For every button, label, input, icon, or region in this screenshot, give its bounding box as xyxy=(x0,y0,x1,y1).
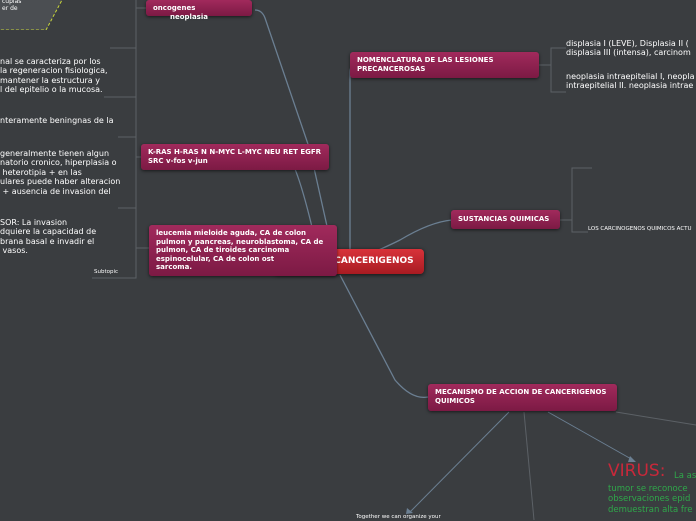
text-displasia: displasia I (LEVE), Displasia II ( displ… xyxy=(566,39,691,58)
topic-nomenclatura[interactable]: NOMENCLATURA DE LAS LESIONES PRECANCEROS… xyxy=(350,52,539,78)
virus-title: VIRUS: xyxy=(608,461,666,481)
topic-oncogenes-label: oncogenes xyxy=(153,4,196,12)
topic-neoplasia-label: neoplasia xyxy=(170,12,208,21)
text-invasion: SOR: La invasion dquiere la capacidad de… xyxy=(0,218,97,256)
subtopic-label[interactable]: Subtopic xyxy=(94,269,118,276)
hexagon-text: cuplas er de xyxy=(2,0,22,12)
text-benignas: nteramente beningnas de la xyxy=(0,116,114,125)
text-neoplasia-intraepitelial: neoplasia intraepitelial I, neopla intra… xyxy=(566,72,695,91)
virus-text-body: tumor se reconoce observaciones epid dem… xyxy=(608,484,693,515)
topic-sustancias-quimicas[interactable]: SUSTANCIAS QUIMICAS xyxy=(451,210,560,229)
topic-oncogenes-list[interactable]: K-RAS H-RAS N N-MYC L-MYC NEU RET EGFR S… xyxy=(141,144,329,170)
topic-mecanismo-accion[interactable]: MECANISMO DE ACCION DE CANCERIGENOS QUIM… xyxy=(428,384,617,411)
text-carcinogenos: LOS CARCINOGENOS QUIMICOS ACTU xyxy=(588,226,692,232)
topic-leucemia[interactable]: leucemia mieloide aguda, CA de colon pul… xyxy=(149,225,337,276)
topic-oncogenes-neoplasia[interactable]: oncogenes neoplasia xyxy=(146,0,252,21)
text-caracteriza: nal se caracteriza por los la regeneraci… xyxy=(0,57,108,95)
text-generalmente: generalmente tienen algun natorio cronic… xyxy=(0,149,121,196)
virus-text-first-line: La as xyxy=(674,471,696,481)
